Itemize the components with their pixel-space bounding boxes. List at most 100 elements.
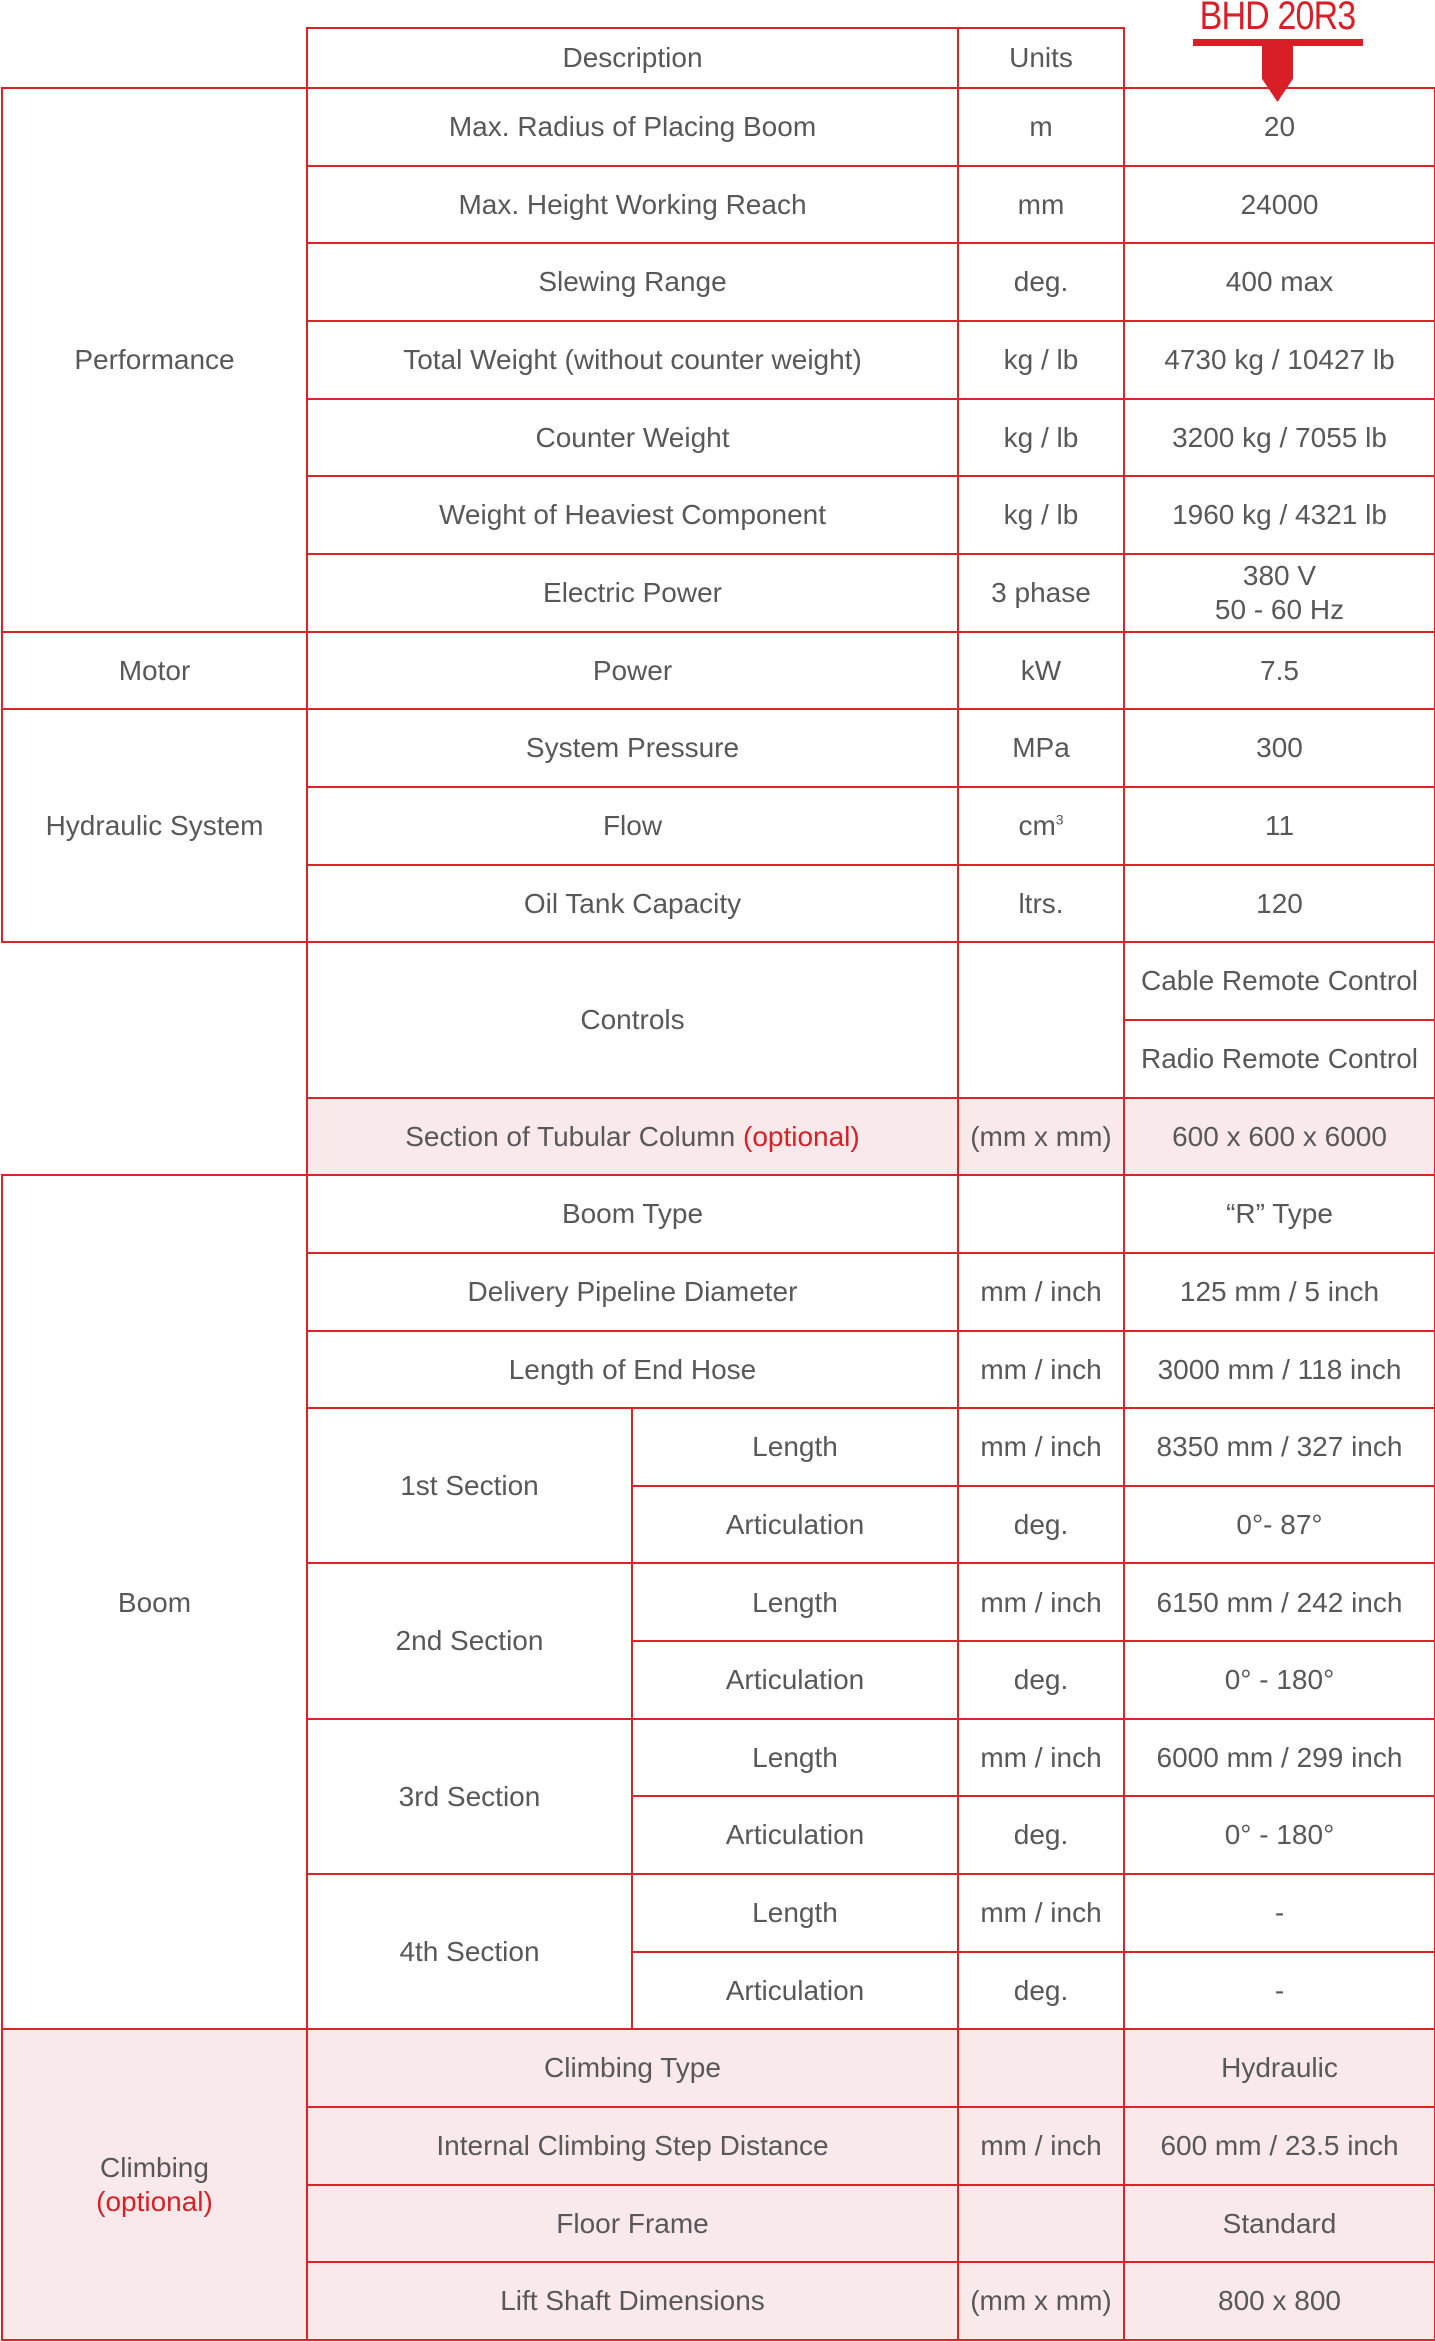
units-text: cm	[1018, 809, 1056, 841]
row-value: 3200 kg / 7055 lb	[1123, 397, 1435, 478]
row-units: kg / lb	[957, 319, 1125, 400]
spec-table: Description Units Performance Max. Radiu…	[1, 27, 1435, 2342]
voltage: 380 V	[1242, 560, 1317, 592]
row-value: 4730 kg / 10427 lb	[1123, 319, 1435, 400]
header-description: Description	[306, 27, 959, 89]
section-label: 1st Section	[306, 1407, 633, 1565]
row-desc: Flow	[306, 785, 959, 866]
row-desc: Slewing Range	[306, 242, 959, 322]
row-value: Cable Remote Control	[1123, 941, 1435, 1021]
row-value: 0°- 87°	[1123, 1484, 1435, 1565]
row-desc: Delivery Pipeline Diameter	[306, 1251, 959, 1332]
row-desc: System Pressure	[306, 708, 959, 788]
group-boom: Boom	[1, 1174, 308, 2031]
frequency: 50 - 60 Hz	[1214, 593, 1345, 625]
header-units: Units	[957, 27, 1125, 89]
optional-label: (optional)	[96, 2185, 213, 2217]
row-units: deg.	[957, 1484, 1125, 1565]
row-units: kg / lb	[957, 397, 1125, 478]
row-desc: Articulation	[631, 1950, 959, 2031]
table-row: Climbing (optional) Climbing Type Hydrauli…	[1, 2028, 1435, 2342]
row-value: 1960 kg / 4321 lb	[1123, 475, 1435, 555]
group-hydraulic: Hydraulic System	[1, 708, 308, 944]
table-row: Hydraulic System System Pressure MPa 300	[1, 708, 1435, 944]
row-desc: Articulation	[631, 1640, 959, 1720]
row-units: m	[957, 87, 1125, 167]
row-desc: Electric Power	[306, 552, 959, 633]
row-value: 800 x 800	[1123, 2261, 1435, 2342]
row-desc: Weight of Heaviest Component	[306, 475, 959, 555]
row-units: mm / inch	[957, 1329, 1125, 1410]
row-value: 0° - 180°	[1123, 1640, 1435, 1720]
row-desc: Climbing Type	[306, 2028, 959, 2109]
row-desc: Length	[631, 1717, 959, 1798]
row-value: 600 mm / 23.5 inch	[1123, 2106, 1435, 2186]
row-value: 24000	[1123, 164, 1435, 245]
row-value: 120	[1123, 863, 1435, 944]
table-row: Motor Power kW 7.5	[1, 630, 1435, 711]
row-units: mm / inch	[957, 2106, 1125, 2186]
row-value: 400 max	[1123, 242, 1435, 322]
row-units: mm / inch	[957, 1717, 1125, 1798]
row-value: 11	[1123, 785, 1435, 866]
desc-text: Section of Tubular Column	[405, 1120, 736, 1152]
row-units: mm / inch	[957, 1251, 1125, 1332]
row-desc: Max. Radius of Placing Boom	[306, 87, 959, 167]
row-desc: Boom Type	[306, 1174, 959, 1254]
row-desc: Length	[631, 1873, 959, 1953]
section-label: 4th Section	[306, 1873, 633, 2031]
row-units: (mm x mm)	[957, 2261, 1125, 2342]
row-units: 3 phase	[957, 552, 1125, 633]
row-value: “R” Type	[1123, 1174, 1435, 1254]
row-value: Standard	[1123, 2183, 1435, 2264]
row-desc: Oil Tank Capacity	[306, 863, 959, 944]
row-units: deg.	[957, 242, 1125, 322]
row-value: 6150 mm / 242 inch	[1123, 1562, 1435, 1643]
row-units: ltrs.	[957, 863, 1125, 944]
row-desc: Length	[631, 1407, 959, 1487]
row-value: 0° - 180°	[1123, 1795, 1435, 1876]
row-value: 7.5	[1123, 630, 1435, 711]
row-units: kW	[957, 630, 1125, 711]
row-units: MPa	[957, 708, 1125, 788]
row-units: cm3	[957, 785, 1125, 866]
row-value: Hydraulic	[1123, 2028, 1435, 2109]
row-units: deg.	[957, 1640, 1125, 1720]
row-value: -	[1123, 1873, 1435, 1953]
row-desc: Internal Climbing Step Distance	[306, 2106, 959, 2186]
row-desc: Total Weight (without counter weight)	[306, 319, 959, 400]
row-units: mm	[957, 164, 1125, 245]
row-units: mm / inch	[957, 1562, 1125, 1643]
row-desc: Length	[631, 1562, 959, 1643]
row-desc: Section of Tubular Column (optional)	[306, 1096, 959, 1177]
group-climbing: Climbing (optional)	[1, 2028, 308, 2342]
row-desc: Articulation	[631, 1795, 959, 1876]
row-desc: Length of End Hose	[306, 1329, 959, 1410]
row-desc: Counter Weight	[306, 397, 959, 478]
row-units: mm / inch	[957, 1407, 1125, 1487]
row-value: 6000 mm / 299 inch	[1123, 1717, 1435, 1798]
model-title: BHD 20R3	[1199, 0, 1357, 38]
row-units: deg.	[957, 1795, 1125, 1876]
model-badge: BHD 20R3	[1160, 0, 1395, 105]
row-units: kg / lb	[957, 475, 1125, 555]
row-units: (mm x mm)	[957, 1096, 1125, 1177]
row-units: deg.	[957, 1950, 1125, 2031]
climbing-label: Climbing	[100, 2152, 209, 2184]
row-value: 125 mm / 5 inch	[1123, 1251, 1435, 1332]
table-row: Controls Cable Remote Control	[2, 941, 1435, 1177]
row-desc: Articulation	[631, 1484, 959, 1565]
row-value: 380 V 50 - 60 Hz	[1123, 552, 1435, 633]
row-value: Radio Remote Control	[1123, 1018, 1435, 1099]
row-value: -	[1123, 1950, 1435, 2031]
row-desc: Lift Shaft Dimensions	[306, 2261, 959, 2342]
row-value: 300	[1123, 708, 1435, 788]
row-units: mm / inch	[957, 1873, 1125, 1953]
arrow-down-icon	[1262, 44, 1293, 102]
row-desc: Power	[306, 630, 959, 711]
group-motor: Motor	[1, 630, 308, 711]
table-row: Boom Boom Type “R” Type	[1, 1174, 1435, 2031]
section-label: 2nd Section	[306, 1562, 633, 1720]
row-value: 600 x 600 x 6000	[1123, 1096, 1435, 1177]
row-desc: Controls	[306, 941, 959, 1099]
